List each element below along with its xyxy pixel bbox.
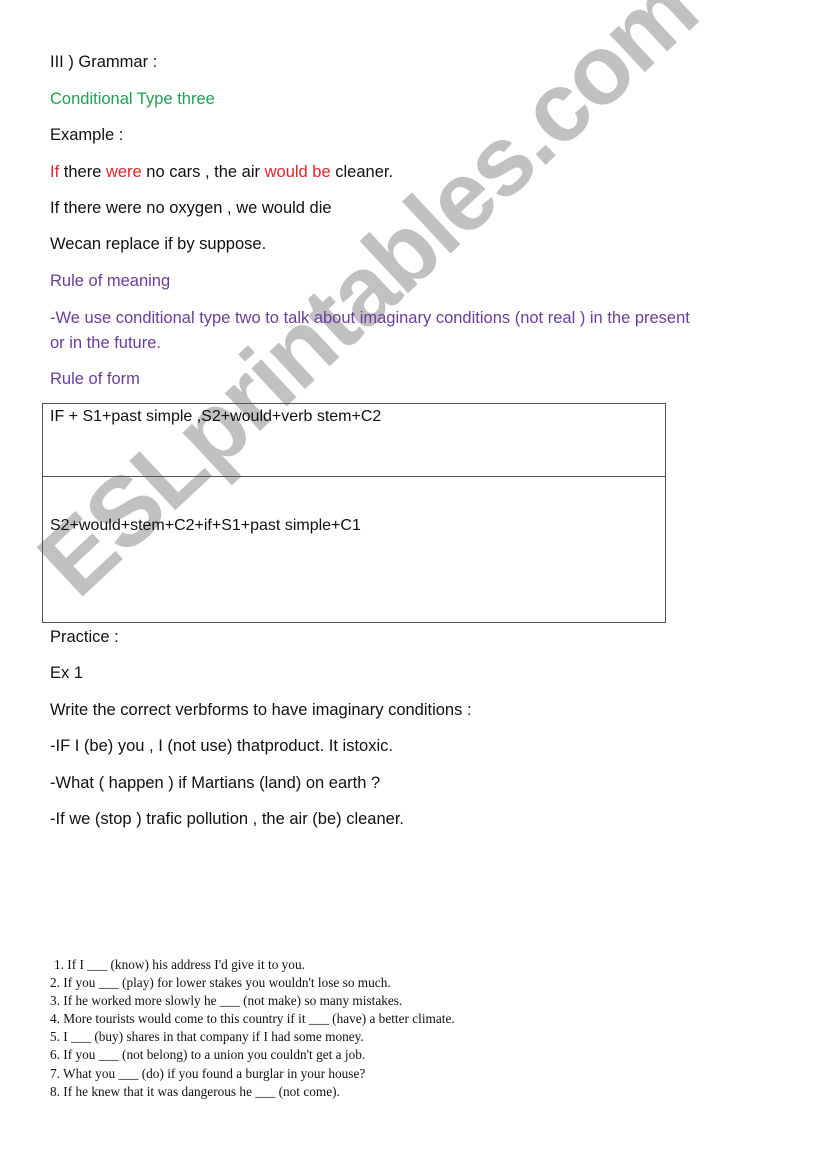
exercise-1-item: -IF I (be) you , I (not use) thatproduct… [50, 737, 393, 755]
rule-of-form-table: IF + S1+past simple ,S2+would+verb stem+… [42, 403, 666, 623]
example-sentence-2: If there were no oxygen , we would die [50, 199, 332, 217]
example-label: Example : [50, 126, 124, 144]
exercise-1-item: -If we (stop ) trafic pollution , the ai… [50, 810, 404, 828]
topic-title: Conditional Type three [50, 90, 215, 108]
example-text: no cars , the air [141, 163, 265, 181]
example-text: there [59, 163, 106, 181]
exercise-1-label: Ex 1 [50, 664, 84, 682]
worksheet-content: III ) Grammar : Conditional Type three E… [0, 0, 821, 1161]
exercise-2-list: 1. If I ___ (know) his address I'd give … [50, 956, 455, 1101]
replace-note: Wecan replace if by suppose. [50, 235, 267, 253]
example-text: cleaner. [330, 163, 394, 181]
exercise-1-instruction: Write the correct verbforms to have imag… [50, 701, 472, 719]
rule-of-meaning-text-cont: or in the future. [50, 334, 161, 352]
exercise-2-item: 1. If I ___ (know) his address I'd give … [54, 957, 305, 972]
example-sentence-1: If there were no cars , the air would be… [50, 162, 393, 182]
worksheet-page: ESLprintables.com III ) Grammar : Condit… [0, 0, 821, 1161]
exercise-2-item: 2. If you ___ (play) for lower stakes yo… [50, 975, 391, 991]
exercise-2-item: 7. What you ___ (do) if you found a burg… [50, 1065, 366, 1081]
rule-of-meaning-heading: Rule of meaning [50, 272, 171, 290]
form-table-row: IF + S1+past simple ,S2+would+verb stem+… [43, 404, 665, 477]
practice-label: Practice : [50, 628, 119, 646]
rule-of-meaning-text: -We use conditional type two to talk abo… [50, 309, 690, 327]
exercise-2-item: 5. I ___ (buy) shares in that company if… [50, 1029, 364, 1045]
section-heading: III ) Grammar : [50, 53, 158, 71]
highlight-if: If [50, 163, 60, 181]
form-table-row: S2+would+stem+C2+if+S1+past simple+C1 [43, 477, 665, 622]
highlight-would-be: would be [264, 163, 331, 181]
exercise-2-item: 4. More tourists would come to this coun… [50, 1011, 455, 1027]
exercise-2-item: 8. If he knew that it was dangerous he _… [50, 1083, 340, 1099]
form-pattern-1: IF + S1+past simple ,S2+would+verb stem+… [50, 408, 382, 425]
rule-of-form-heading: Rule of form [50, 370, 140, 388]
exercise-2-item: 6. If you ___ (not belong) to a union yo… [50, 1047, 366, 1063]
form-pattern-2: S2+would+stem+C2+if+S1+past simple+C1 [50, 517, 361, 534]
exercise-2-item: 3. If he worked more slowly he ___ (not … [50, 993, 403, 1009]
exercise-1-item: -What ( happen ) if Martians (land) on e… [50, 774, 381, 792]
highlight-were: were [105, 163, 142, 181]
